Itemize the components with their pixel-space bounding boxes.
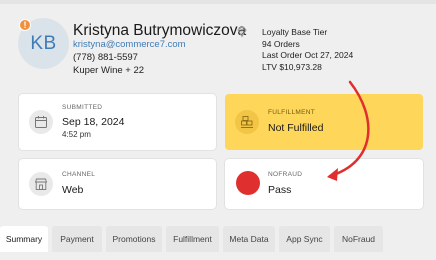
- nofraud-card: NOFRAUD Pass: [225, 159, 423, 209]
- submitted-card: SUBMITTED Sep 18, 2024 4:52 pm: [19, 94, 216, 150]
- tab-app-sync[interactable]: App Sync: [279, 226, 330, 252]
- tab-payment[interactable]: Payment: [52, 226, 102, 252]
- order-tabs: Summary Payment Promotions Fulfillment M…: [0, 224, 436, 260]
- customer-club: Kuper Wine + 22: [73, 65, 145, 76]
- submitted-date: Sep 18, 2024: [62, 116, 125, 128]
- tab-nofraud[interactable]: NoFraud: [334, 226, 383, 252]
- nofraud-label: NOFRAUD: [268, 171, 303, 178]
- customer-name: Kristyna Butrymowiczova: [73, 22, 247, 39]
- boxes-icon-wrap: [235, 110, 259, 134]
- alert-badge-icon[interactable]: !: [19, 19, 31, 31]
- last-order-date: Last Order Oct 27, 2024: [262, 50, 354, 60]
- channel-value: Web: [62, 184, 84, 196]
- diamond-icon: [237, 27, 247, 38]
- storefront-icon-wrap: [29, 172, 53, 196]
- tab-fulfillment[interactable]: Fulfillment: [166, 226, 219, 252]
- tab-promotions[interactable]: Promotions: [106, 226, 162, 252]
- calendar-icon-wrap: [29, 110, 53, 134]
- customer-stats: Loyalty Base Tier 94 Orders Last Order O…: [262, 27, 353, 73]
- storefront-icon: [34, 178, 48, 190]
- lifetime-value: LTV $10,973.28: [262, 61, 322, 72]
- fulfillment-label: FULFILLMENT: [268, 109, 316, 116]
- channel-label: CHANNEL: [62, 171, 96, 178]
- channel-card: CHANNEL Web: [19, 159, 216, 209]
- customer-email-link[interactable]: kristyna@commerce7.com: [73, 39, 186, 50]
- order-count: 94 Orders: [262, 38, 300, 49]
- boxes-icon: [241, 116, 253, 128]
- fulfillment-status: Not Fulfilled: [268, 122, 324, 134]
- loyalty-tier: Loyalty Base Tier: [262, 27, 328, 37]
- fulfillment-card[interactable]: FULFILLMENT Not Fulfilled: [225, 94, 423, 150]
- red-status-dot: [236, 171, 260, 195]
- submitted-time: 4:52 pm: [62, 130, 91, 139]
- avatar-initials: KB: [30, 32, 57, 54]
- calendar-icon: [35, 116, 47, 128]
- nofraud-result: Pass: [268, 184, 292, 196]
- customer-phone: (778) 881-5597: [73, 52, 138, 63]
- tab-meta-data[interactable]: Meta Data: [223, 226, 275, 252]
- tab-summary[interactable]: Summary: [0, 226, 48, 252]
- top-bar: [0, 0, 436, 4]
- submitted-label: SUBMITTED: [62, 104, 103, 111]
